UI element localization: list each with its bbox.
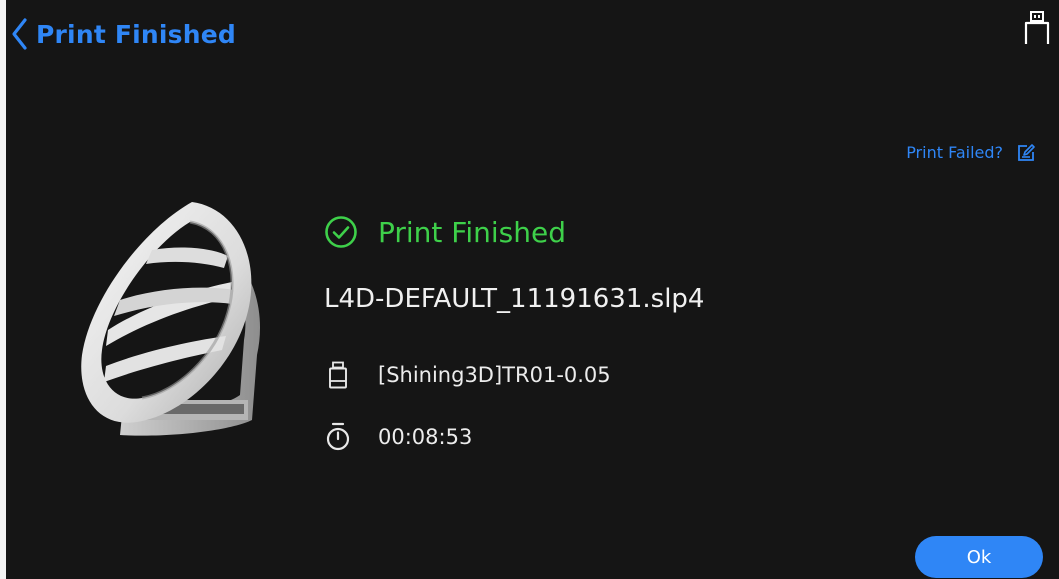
report-edit-icon[interactable] <box>1017 143 1035 162</box>
print-time-row: 00:08:53 <box>324 422 472 452</box>
check-circle-icon <box>325 216 357 248</box>
ok-button[interactable]: Ok <box>915 536 1043 578</box>
print-failed-link[interactable]: Print Failed? <box>906 143 1035 162</box>
model-preview-image <box>81 202 260 436</box>
resin-bottle-icon <box>329 361 347 389</box>
stopwatch-icon <box>326 422 350 451</box>
print-time: 00:08:53 <box>378 425 473 449</box>
resin-name: [Shining3D]TR01-0.05 <box>378 363 611 387</box>
status-text: Print Finished <box>378 215 567 249</box>
status-row: Print Finished <box>324 215 566 249</box>
back-button[interactable]: Print Finished <box>10 14 236 54</box>
top-bar: Print Finished <box>6 0 1059 64</box>
file-name: L4D-DEFAULT_11191631.slp4 <box>324 284 705 314</box>
resin-row: [Shining3D]TR01-0.05 <box>324 360 611 390</box>
print-failed-label: Print Failed? <box>906 143 1003 162</box>
print-finished-screen: Print Finished Print Failed? Print Finis… <box>6 0 1059 579</box>
chevron-left-icon <box>12 18 27 50</box>
usb-drive-icon[interactable] <box>1022 10 1052 46</box>
page-title: Print Finished <box>36 19 237 49</box>
